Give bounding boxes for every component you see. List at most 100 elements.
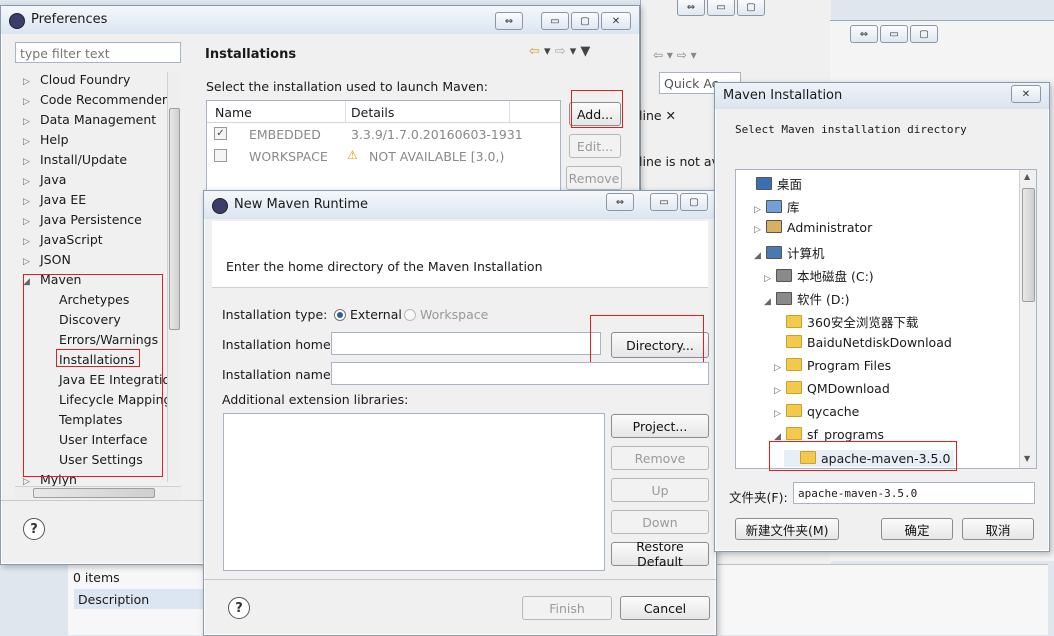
folder-tree-item[interactable]: ◢ sf_programs <box>774 427 884 442</box>
tree-item[interactable]: ▷ Java <box>23 172 66 187</box>
collapsed-arrow-icon[interactable]: ▷ <box>23 177 35 187</box>
ok-button[interactable]: 确定 <box>881 518 953 540</box>
collapsed-arrow-icon[interactable]: ▷ <box>754 205 766 215</box>
directory-button[interactable]: Directory... <box>611 332 709 358</box>
minimize-icon[interactable]: ▭ <box>541 12 569 30</box>
restore-default-button[interactable]: Restore Default <box>611 539 709 569</box>
tree-item[interactable]: ▷ Install/Update <box>23 152 127 167</box>
outline-tab[interactable]: line ✕ <box>639 108 676 123</box>
tree-item[interactable]: ▷ Data Management <box>23 112 156 127</box>
folder-tree-item[interactable]: ▷ 库 <box>754 197 800 216</box>
nav-arrows[interactable]: ⇦ ▾ ⇨ ▾ <box>653 48 697 62</box>
forward-arrow-icon[interactable]: ⇨ <box>555 44 566 59</box>
folder-tree-item[interactable]: ▷ Administrator <box>754 220 872 235</box>
installation-home-input[interactable] <box>331 332 601 355</box>
folder-tree-item[interactable]: ◢ 软件 (D:) <box>764 289 850 308</box>
tree-hscrollbar[interactable] <box>15 486 181 499</box>
tree-item[interactable]: Java EE Integration <box>59 372 178 387</box>
tree-item[interactable]: User Settings <box>59 452 143 467</box>
maximize-icon[interactable]: ▢ <box>910 25 938 43</box>
table-row[interactable]: WORKSPACE ⚠ NOT AVAILABLE [3.0,) <box>207 147 560 167</box>
menu-icon[interactable]: ▼ <box>580 44 590 59</box>
table-row[interactable]: ✓ EMBEDDED 3.3.9/1.7.0.20160603-1931 <box>207 125 560 145</box>
collapsed-arrow-icon[interactable]: ▷ <box>774 409 786 419</box>
column-header-name[interactable]: Name <box>215 105 252 120</box>
tree-item[interactable]: Lifecycle Mapping <box>59 392 171 407</box>
close-icon[interactable]: ✕ <box>601 12 631 30</box>
remove-library-button[interactable]: Remove <box>611 446 709 470</box>
tree-item[interactable]: ▷ Cloud Foundry <box>23 72 130 87</box>
expanded-arrow-icon[interactable]: ◢ <box>764 297 776 307</box>
filter-input[interactable]: type filter text <box>15 42 181 63</box>
tree-item[interactable]: ▷ Java Persistence <box>23 212 142 227</box>
collapsed-arrow-icon[interactable]: ▷ <box>764 274 776 284</box>
tree-item[interactable]: ▷ JSON <box>23 252 71 267</box>
folder-tree-item[interactable]: ▷ Program Files <box>774 358 891 373</box>
expanded-arrow-icon[interactable]: ◢ <box>23 277 35 287</box>
new-folder-button[interactable]: 新建文件夹(M) <box>735 518 839 540</box>
tree-item[interactable]: ▷ Mylyn <box>23 472 77 486</box>
collapsed-arrow-icon[interactable]: ▷ <box>23 77 35 87</box>
collapsed-arrow-icon[interactable]: ▷ <box>23 117 35 127</box>
minimize-icon[interactable]: ▭ <box>880 25 908 43</box>
down-button[interactable]: Down <box>611 510 709 534</box>
tree-item[interactable]: User Interface <box>59 432 147 447</box>
help-icon[interactable]: ? <box>23 518 45 540</box>
folder-cancel-button[interactable]: 取消 <box>962 518 1034 540</box>
tree-item[interactable]: Templates <box>59 412 123 427</box>
up-button[interactable]: Up <box>611 478 709 502</box>
cancel-button[interactable]: Cancel <box>620 596 710 620</box>
collapsed-arrow-icon[interactable]: ▷ <box>23 257 35 267</box>
tree-scroll-thumb[interactable] <box>169 108 180 330</box>
collapsed-arrow-icon[interactable]: ▷ <box>774 386 786 396</box>
maximize-icon[interactable]: ▢ <box>571 12 599 30</box>
installation-name-input[interactable] <box>331 362 709 385</box>
close-icon[interactable]: ✕ <box>666 108 676 123</box>
remove-button[interactable]: Remove <box>566 166 622 190</box>
column-header-details[interactable]: Details <box>351 105 394 120</box>
description-column-header[interactable]: Description <box>74 589 204 609</box>
tree-item[interactable]: Installations <box>59 352 135 367</box>
scroll-up-icon[interactable]: ▲ <box>1024 172 1030 181</box>
tree-scrollbar[interactable] <box>167 72 180 482</box>
restore-icon[interactable]: ⇔ <box>677 0 705 16</box>
folder-tree-item[interactable]: 桌面 <box>744 174 802 193</box>
folder-tree-item[interactable]: ▷ 本地磁盘 (C:) <box>764 266 874 285</box>
folder-tree-scrollbar[interactable]: ▲ ▼ <box>1019 170 1036 468</box>
help-icon[interactable]: ? <box>228 597 250 619</box>
folder-tree-item[interactable]: BaiduNetdiskDownload <box>774 335 952 350</box>
external-radio[interactable] <box>334 309 346 321</box>
tree-item[interactable]: Errors/Warnings <box>59 332 158 347</box>
collapsed-arrow-icon[interactable]: ▷ <box>23 237 35 247</box>
collapsed-arrow-icon[interactable]: ▷ <box>23 97 35 107</box>
collapsed-arrow-icon[interactable]: ▷ <box>23 197 35 207</box>
folder-tree-item[interactable]: ▷ qycache <box>774 404 859 419</box>
close-icon[interactable]: ✕ <box>1011 85 1041 103</box>
folder-tree-item[interactable]: apache-maven-3.5.0 <box>784 450 955 467</box>
collapsed-arrow-icon[interactable]: ▷ <box>23 217 35 227</box>
tree-item[interactable]: ▷ Java EE <box>23 192 86 207</box>
tree-item[interactable]: ◢ Maven <box>23 272 81 287</box>
tree-item[interactable]: Archetypes <box>59 292 129 307</box>
tree-item[interactable]: ▷ Code Recommenders <box>23 92 174 107</box>
folder-tree-item[interactable]: 360安全浏览器下载 <box>774 312 918 331</box>
minimize-icon[interactable]: ▭ <box>707 0 735 16</box>
folder-input[interactable]: apache-maven-3.5.0 <box>793 482 1035 504</box>
tree-item[interactable]: Discovery <box>59 312 121 327</box>
tree-hscroll-thumb[interactable] <box>33 488 155 498</box>
restore-icon[interactable]: ⇔ <box>606 193 634 211</box>
add-button[interactable]: Add... <box>569 102 621 126</box>
expanded-arrow-icon[interactable]: ◢ <box>774 432 786 442</box>
checkbox-checked[interactable]: ✓ <box>214 127 227 140</box>
minimize-icon[interactable]: ▭ <box>650 193 678 211</box>
scroll-down-icon[interactable]: ▼ <box>1024 454 1030 463</box>
collapsed-arrow-icon[interactable]: ▷ <box>23 477 35 486</box>
back-arrow-icon[interactable]: ⇦ <box>529 44 540 59</box>
maximize-icon[interactable]: ▢ <box>737 0 765 16</box>
edit-button[interactable]: Edit... <box>569 134 621 158</box>
project-button[interactable]: Project... <box>611 414 709 438</box>
page-nav[interactable]: ⇦ ▾ ⇨ ▾ ▼ <box>529 44 590 59</box>
restore-icon[interactable]: ⇔ <box>495 12 523 30</box>
restore-icon[interactable]: ⇔ <box>850 25 878 43</box>
folder-scroll-thumb[interactable] <box>1022 188 1035 302</box>
